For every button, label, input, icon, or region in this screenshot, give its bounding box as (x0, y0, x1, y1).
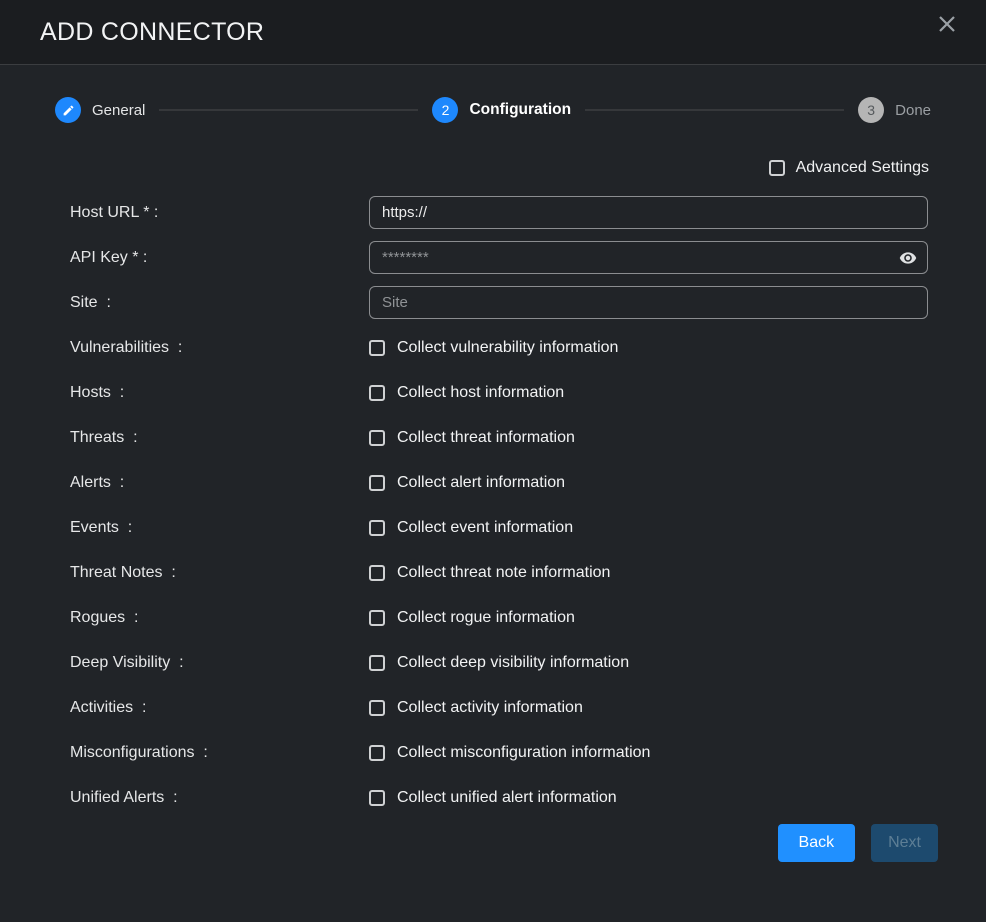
step-2-badge: 2 (432, 97, 458, 123)
alerts-checkbox-label[interactable]: Collect alert information (397, 474, 565, 492)
misconfigurations-checkbox[interactable] (369, 745, 385, 761)
events-checkbox-label[interactable]: Collect event information (397, 519, 573, 537)
unified-alerts-checkbox[interactable] (369, 790, 385, 806)
close-icon[interactable] (934, 11, 960, 37)
step-general[interactable]: General (55, 97, 145, 123)
stepper-connector (585, 109, 844, 111)
deep-visibility-checkbox[interactable] (369, 655, 385, 671)
deep-visibility-label: Deep Visibility : (70, 654, 369, 672)
site-label: Site : (70, 294, 369, 312)
advanced-settings-row: Advanced Settings (0, 159, 986, 177)
dialog-header: ADD CONNECTOR (0, 0, 986, 65)
unified-alerts-checkbox-label[interactable]: Collect unified alert information (397, 789, 617, 807)
api-key-label: API Key * : (70, 249, 369, 267)
vulnerabilities-checkbox-label[interactable]: Collect vulnerability information (397, 339, 618, 357)
hosts-checkbox-label[interactable]: Collect host information (397, 384, 564, 402)
threat-notes-label: Threat Notes : (70, 564, 369, 582)
events-label: Events : (70, 519, 369, 537)
advanced-settings-checkbox[interactable] (769, 160, 785, 176)
hosts-row: Hosts : Collect host information (0, 370, 986, 415)
step-general-label: General (92, 102, 145, 119)
unified-alerts-row: Unified Alerts : Collect unified alert i… (0, 775, 986, 820)
deep-visibility-row: Deep Visibility : Collect deep visibilit… (0, 640, 986, 685)
threat-notes-checkbox-label[interactable]: Collect threat note information (397, 564, 610, 582)
api-key-input[interactable] (369, 241, 928, 274)
alerts-checkbox[interactable] (369, 475, 385, 491)
host-url-row: Host URL * : (0, 190, 986, 235)
events-row: Events : Collect event information (0, 505, 986, 550)
alerts-row: Alerts : Collect alert information (0, 460, 986, 505)
rogues-label: Rogues : (70, 609, 369, 627)
back-button[interactable]: Back (778, 824, 856, 862)
wizard-stepper: General 2 Configuration 3 Done (0, 97, 986, 123)
add-connector-dialog: ADD CONNECTOR General 2 Configuration 3 … (0, 0, 986, 922)
site-input[interactable] (369, 286, 928, 319)
events-checkbox[interactable] (369, 520, 385, 536)
misconfigurations-label: Misconfigurations : (70, 744, 369, 762)
activities-row: Activities : Collect activity informatio… (0, 685, 986, 730)
configuration-form: Host URL * : API Key * : Site : Vulnerab… (0, 190, 986, 820)
misconfigurations-checkbox-label[interactable]: Collect misconfiguration information (397, 744, 650, 762)
pencil-icon (55, 97, 81, 123)
threat-notes-row: Threat Notes : Collect threat note infor… (0, 550, 986, 595)
alerts-label: Alerts : (70, 474, 369, 492)
rogues-row: Rogues : Collect rogue information (0, 595, 986, 640)
rogues-checkbox-label[interactable]: Collect rogue information (397, 609, 575, 627)
misconfigurations-row: Misconfigurations : Collect misconfigura… (0, 730, 986, 775)
step-3-badge: 3 (858, 97, 884, 123)
unified-alerts-label: Unified Alerts : (70, 789, 369, 807)
activities-checkbox-label[interactable]: Collect activity information (397, 699, 583, 717)
threats-checkbox[interactable] (369, 430, 385, 446)
threats-row: Threats : Collect threat information (0, 415, 986, 460)
stepper-connector (159, 109, 418, 111)
api-key-row: API Key * : (0, 235, 986, 280)
site-row: Site : (0, 280, 986, 325)
threats-checkbox-label[interactable]: Collect threat information (397, 429, 575, 447)
host-url-input[interactable] (369, 196, 928, 229)
step-configuration[interactable]: 2 Configuration (432, 97, 571, 123)
api-key-field-wrap (369, 241, 928, 274)
activities-label: Activities : (70, 699, 369, 717)
deep-visibility-checkbox-label[interactable]: Collect deep visibility information (397, 654, 629, 672)
vulnerabilities-row: Vulnerabilities : Collect vulnerability … (0, 325, 986, 370)
threats-label: Threats : (70, 429, 369, 447)
page-title: ADD CONNECTOR (40, 18, 264, 47)
eye-icon[interactable] (899, 249, 917, 267)
host-url-label: Host URL * : (70, 204, 369, 222)
step-done-label: Done (895, 102, 931, 119)
step-configuration-label: Configuration (469, 101, 571, 119)
vulnerabilities-checkbox[interactable] (369, 340, 385, 356)
rogues-checkbox[interactable] (369, 610, 385, 626)
next-button[interactable]: Next (871, 824, 938, 862)
step-done[interactable]: 3 Done (858, 97, 931, 123)
hosts-checkbox[interactable] (369, 385, 385, 401)
vulnerabilities-label: Vulnerabilities : (70, 339, 369, 357)
advanced-settings-label[interactable]: Advanced Settings (796, 159, 929, 177)
dialog-footer: Back Next (0, 824, 986, 862)
hosts-label: Hosts : (70, 384, 369, 402)
threat-notes-checkbox[interactable] (369, 565, 385, 581)
activities-checkbox[interactable] (369, 700, 385, 716)
